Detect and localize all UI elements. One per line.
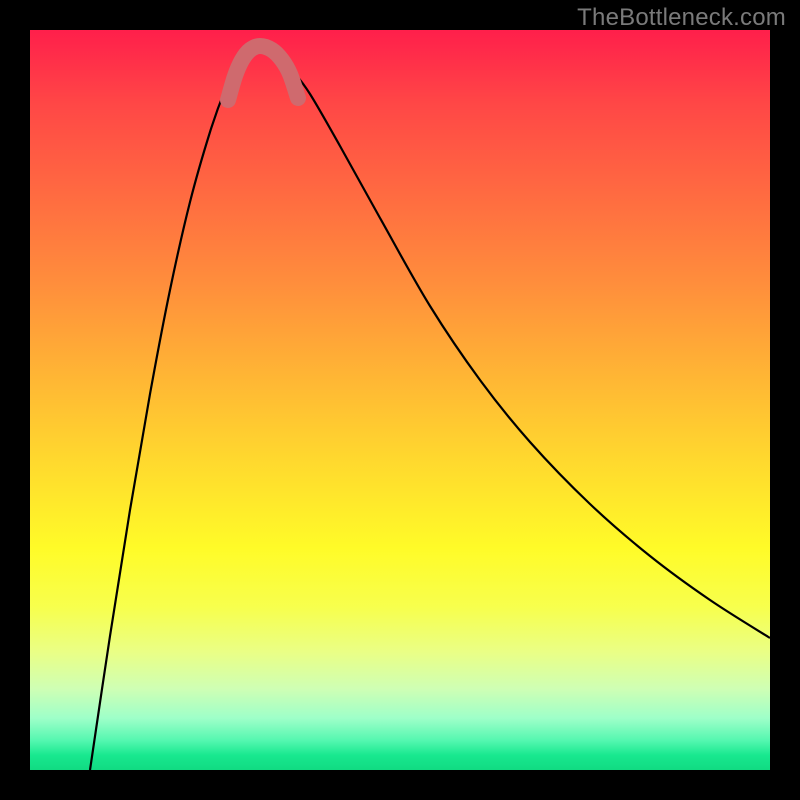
series-right-branch (282, 60, 770, 638)
curve-layer (30, 30, 770, 770)
plot-area (30, 30, 770, 770)
series-trough-highlight (228, 46, 298, 100)
chart-frame: TheBottleneck.com (0, 0, 800, 800)
watermark-text: TheBottleneck.com (577, 4, 786, 32)
series-left-branch (90, 60, 242, 770)
